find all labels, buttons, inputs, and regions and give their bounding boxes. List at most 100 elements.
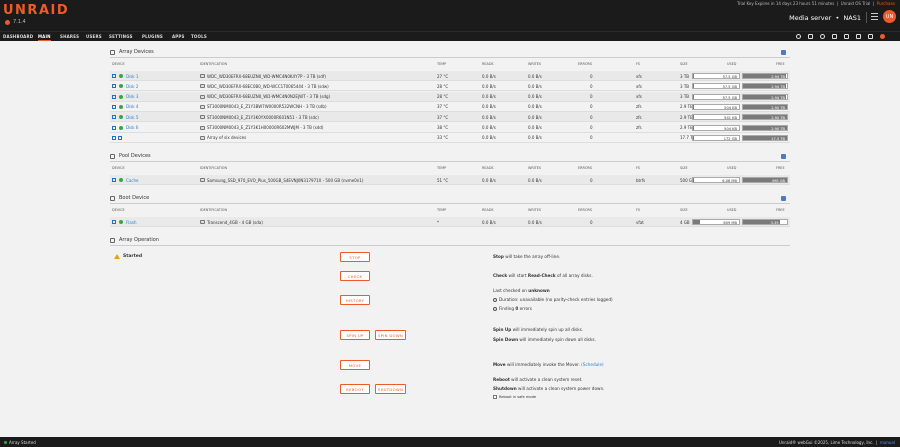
manual-link[interactable]: manual xyxy=(880,440,895,445)
hamburger-menu-icon[interactable] xyxy=(871,13,878,20)
free-bar: 2.90 TB xyxy=(742,124,788,131)
main-nav: DASHBOARD MAIN SHARES USERS SETTINGS PLU… xyxy=(0,31,900,41)
device-name-link[interactable]: Cache xyxy=(126,178,138,183)
device-temp: 28 °C xyxy=(437,83,449,89)
device-errors: 0 xyxy=(590,177,593,183)
free-value: 2.90 TB xyxy=(771,105,785,110)
device-row: Disk 4 ST3000NM0043_E_Z1Y3BW7W0000R532WCN… xyxy=(110,102,790,112)
server-name[interactable]: Media server • NAS1 xyxy=(789,14,861,22)
open-device-icon[interactable] xyxy=(112,74,116,78)
nav-users[interactable]: USERS xyxy=(86,34,102,39)
device-errors: 0 xyxy=(590,125,593,130)
nav-main[interactable]: MAIN xyxy=(38,34,51,41)
version-label[interactable]: 7.1.4 xyxy=(5,19,26,25)
panel-title: Array Devices xyxy=(119,49,154,55)
panel-settings-icon[interactable] xyxy=(781,196,786,201)
device-identification[interactable]: WDC_WD30EFRX-68EUZN0_WD-WMC4N0N2EJWT - 3… xyxy=(207,94,330,99)
help-icon[interactable] xyxy=(820,34,825,39)
spin-down-button[interactable]: SPIN DOWN xyxy=(375,330,406,340)
open-device-icon[interactable] xyxy=(112,125,116,130)
device-errors: 0 xyxy=(590,104,593,110)
device-writes: 0.0 B/s xyxy=(528,125,542,130)
device-identification[interactable]: Samsung_SSD_970_EVO_Plus_500GB_S4EVNJ0N3… xyxy=(207,178,363,183)
device-name-link[interactable]: Flash xyxy=(126,220,136,225)
safe-mode-option[interactable]: Reboot in safe mode xyxy=(493,395,536,399)
history-button[interactable]: HISTORY xyxy=(340,295,370,305)
used-bar: 57.5 GB xyxy=(692,93,740,100)
panel-settings-icon[interactable] xyxy=(781,50,786,55)
user-avatar[interactable]: UN xyxy=(883,10,896,23)
device-name-link[interactable]: Disk 6 xyxy=(126,125,138,130)
stop-button[interactable]: STOP xyxy=(340,252,370,262)
disk-icon xyxy=(200,74,205,78)
col-size: SIZE xyxy=(680,166,688,170)
device-identification[interactable]: ST3000NM0043_E_Z1Y3K1H00000R602MWJM - 3 … xyxy=(207,125,323,130)
move-button[interactable]: MOVE xyxy=(340,360,370,370)
device-size: 3 TB xyxy=(680,94,690,100)
purchase-link[interactable]: Purchase xyxy=(877,1,895,6)
free-value: 2.94 TB xyxy=(771,95,785,100)
device-name-link[interactable]: Disk 1 xyxy=(126,74,138,79)
shutdown-button[interactable]: SHUTDOWN xyxy=(375,384,406,394)
device-reads: 0.0 B/s xyxy=(482,177,496,183)
safe-mode-checkbox[interactable] xyxy=(493,395,497,399)
used-value: 57.5 GB xyxy=(722,85,737,90)
col-errors: ERRORS xyxy=(578,62,593,66)
panel-title: Boot Device xyxy=(119,195,150,201)
reboot-button[interactable]: REBOOT xyxy=(340,384,370,394)
nav-dashboard[interactable]: DASHBOARD xyxy=(3,34,33,39)
collapse-icon[interactable] xyxy=(118,135,122,140)
info-icon[interactable] xyxy=(868,34,873,39)
col-identification: IDENTIFICATION xyxy=(200,62,228,66)
alert-icon[interactable] xyxy=(880,34,885,39)
device-identification[interactable]: WDC_WD30EFRX-68EUZN0_WD-WMC4N0K4Y7P - 3 … xyxy=(207,74,326,79)
open-device-icon[interactable] xyxy=(112,115,116,120)
gear-icon xyxy=(110,237,115,243)
unraid-logo[interactable]: UNRAID xyxy=(3,3,69,18)
spin-up-description: Spin Up will immediately spin up all dis… xyxy=(493,327,584,332)
col-writes: WRITES xyxy=(528,166,542,170)
device-name-link[interactable]: Disk 3 xyxy=(126,94,138,99)
panel-settings-icon[interactable] xyxy=(781,154,786,159)
open-device-icon[interactable] xyxy=(112,178,116,182)
device-temp: 33 °C xyxy=(437,135,449,141)
used-value: 57.5 GB xyxy=(722,75,737,79)
schedule-link[interactable]: (Schedule) xyxy=(581,362,604,367)
spin-up-button[interactable]: SPIN UP xyxy=(340,330,370,340)
terminal-icon[interactable] xyxy=(808,34,813,39)
device-writes: 0.0 B/s xyxy=(528,177,542,183)
device-identification[interactable]: Transcend_4GB - 4 GB (sda) xyxy=(207,220,263,225)
device-name-link[interactable]: Disk 5 xyxy=(126,115,138,120)
log-icon[interactable] xyxy=(832,34,837,39)
check-button[interactable]: CHECK xyxy=(340,271,370,281)
expand-icon[interactable] xyxy=(112,135,116,140)
device-name-link[interactable]: Disk 2 xyxy=(126,84,138,89)
warning-icon xyxy=(114,254,120,259)
open-device-icon[interactable] xyxy=(112,94,116,99)
nav-apps[interactable]: APPS xyxy=(172,34,185,39)
open-device-icon[interactable] xyxy=(112,104,116,109)
nav-settings[interactable]: SETTINGS xyxy=(109,34,133,39)
nav-shares[interactable]: SHARES xyxy=(60,34,79,39)
device-identification[interactable]: ST3000NM0043_E_Z1Y3BW7W0000R532WCNH - 3 … xyxy=(207,104,327,109)
device-temp: 28 °C xyxy=(437,94,449,100)
search-icon[interactable] xyxy=(796,34,801,39)
device-errors: 0 xyxy=(590,219,593,225)
nav-tools[interactable]: TOOLS xyxy=(191,34,207,39)
device-identification[interactable]: WDC_WD30EFRX-68EC0B0_WD-WCC1T0065444 - 3… xyxy=(207,84,329,89)
check-description: Check will start Read-Check of all array… xyxy=(493,273,593,278)
open-device-icon[interactable] xyxy=(112,84,116,89)
col-fs: FS xyxy=(636,62,641,66)
device-fs: zfs xyxy=(636,114,642,120)
version-status-icon xyxy=(5,19,10,25)
device-row: Disk 2 WDC_WD30EFRX-68EC0B0_WD-WCC1T00654… xyxy=(110,81,790,92)
feedback-icon[interactable] xyxy=(856,34,861,39)
device-identification[interactable]: ST3000NM0043_E_Z1Y3K0YX0000R601N51 - 3 T… xyxy=(207,115,319,120)
device-name-link[interactable]: Disk 4 xyxy=(126,104,138,109)
open-device-icon[interactable] xyxy=(112,220,116,224)
nav-plugins[interactable]: PLUGINS xyxy=(142,34,163,39)
notifications-icon[interactable] xyxy=(844,34,849,39)
device-identification[interactable]: Array of six devices xyxy=(207,135,246,140)
col-temp: TEMP xyxy=(437,166,447,170)
trial-label[interactable]: Unraid OS Trial xyxy=(841,1,871,6)
